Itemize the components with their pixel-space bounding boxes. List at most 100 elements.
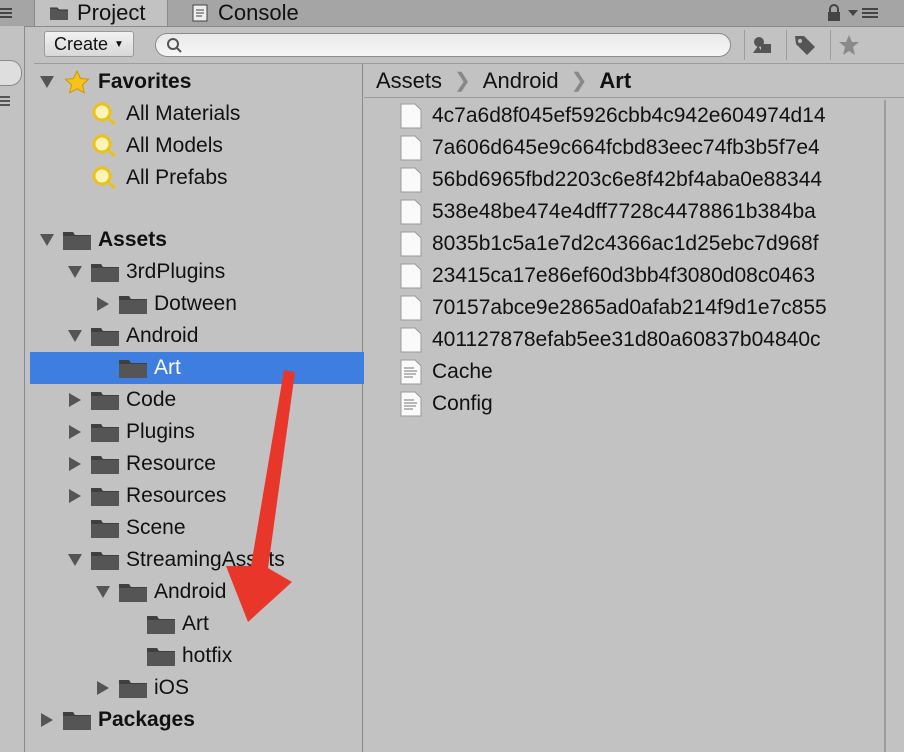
filter-label-icon [795,36,815,55]
expanded-arrow-icon[interactable] [40,233,54,247]
file-name: 70157abce9e2865ad0afab214f9d1e7c855 [432,296,827,319]
tree-item-resource[interactable]: Resource [30,448,400,480]
tree-item-packages[interactable]: Packages [30,704,372,736]
expanded-arrow-icon[interactable] [68,553,82,567]
collapsed-arrow-icon[interactable] [40,713,54,727]
breadcrumb-item[interactable]: Android [483,68,559,94]
tree-item-label: hotfix [182,644,233,667]
folder-icon [50,7,68,20]
search-icon [90,166,120,190]
favorite-button[interactable] [830,30,867,60]
adjacent-panel-edge [0,26,25,752]
tree-item-android[interactable]: Android [30,320,400,352]
file-icon [400,263,422,289]
project-toolbar: Create ▼ [34,27,904,64]
create-button-label: Create [54,33,109,54]
file-name: 56bd6965fbd2203c6e8f42bf4aba0e88344 [432,168,823,191]
filter-type-button[interactable] [744,30,781,60]
search-input[interactable] [188,36,712,56]
adjacent-panel-button[interactable] [0,60,22,86]
tab-project-label: Project [77,0,146,25]
tree-item-label: All Prefabs [126,166,228,189]
lock-icon[interactable] [826,4,842,22]
folder-icon [118,580,148,604]
filter-label-button[interactable] [786,30,823,60]
tree-item-label: Resource [126,452,216,475]
search-icon [90,102,120,126]
favorite-star-icon [839,35,859,55]
text-file-icon [400,391,422,417]
adjacent-menu-icon[interactable] [0,96,10,106]
tree-item-label: 3rdPlugins [126,260,226,283]
file-name: 8035b1c5a1e7d2c4366ac1d25ebc7d968f [432,232,819,255]
tree-item-label: Packages [98,708,195,731]
file-item[interactable]: 23415ca17e86ef60d3bb4f3080d08c0463 [400,260,815,292]
folder-icon [62,228,92,252]
expanded-arrow-icon[interactable] [96,585,110,599]
tree-item-label: iOS [154,676,190,699]
tree-item-label: Scene [126,516,186,539]
collapsed-arrow-icon[interactable] [96,681,110,695]
folder-icon [90,516,120,540]
text-file-icon [400,359,422,385]
scrollbar-edge[interactable] [884,100,886,752]
tree-item-3rdplugins[interactable]: 3rdPlugins [30,256,400,288]
tree-item-label: Code [126,388,177,411]
collapsed-arrow-icon[interactable] [68,457,82,471]
breadcrumb-item-current[interactable]: Art [599,68,631,94]
file-icon [400,135,422,161]
file-name: 23415ca17e86ef60d3bb4f3080d08c0463 [432,264,816,287]
file-item[interactable]: 4c7a6d8f045ef5926cbb4c942e604974d14 [400,100,826,132]
search-icon [90,134,120,158]
tree-item-label: Android [154,580,227,603]
tab-project[interactable]: Project [34,0,168,26]
expanded-arrow-icon[interactable] [68,265,82,279]
file-item[interactable]: 70157abce9e2865ad0afab214f9d1e7c855 [400,292,827,324]
search-icon [167,38,182,53]
filter-type-icon [753,37,771,53]
tree-item-resources[interactable]: Resources [30,480,400,512]
tree-item-label: Plugins [126,420,195,443]
tree-item-code[interactable]: Code [30,384,400,416]
expanded-arrow-icon[interactable] [68,329,82,343]
tree-item-streamingassets[interactable]: StreamingAssets [30,544,400,576]
collapsed-arrow-icon[interactable] [68,393,82,407]
file-icon [400,167,422,193]
folder-icon [90,260,120,284]
file-name: 7a606d645e9c664fcbd83eec74fb3b5f7e4 [432,136,820,159]
dropdown-caret-icon: ▼ [114,38,124,50]
search-field[interactable] [155,33,731,57]
folder-icon [90,420,120,444]
file-item[interactable]: 401127878efab5ee31d80a60837b04840c [400,324,821,356]
create-button[interactable]: Create ▼ [44,31,134,57]
expanded-arrow-icon[interactable] [40,75,54,89]
file-item[interactable]: 56bd6965fbd2203c6e8f42bf4aba0e88344 [400,164,822,196]
tree-item-assets[interactable]: Assets [30,224,372,256]
tab-console[interactable]: Console [190,0,340,26]
panel-menu-icon[interactable] [862,8,878,18]
tree-item-plugins[interactable]: Plugins [30,416,400,448]
file-item[interactable]: 8035b1c5a1e7d2c4366ac1d25ebc7d968f [400,228,819,260]
folder-icon [90,452,120,476]
file-icon [400,327,422,353]
chevron-right-icon: ❯ [454,70,471,92]
folder-icon [90,324,120,348]
collapsed-arrow-icon[interactable] [68,489,82,503]
collapsed-arrow-icon[interactable] [68,425,82,439]
file-item-cache[interactable]: Cache [400,356,493,388]
file-item[interactable]: 7a606d645e9c664fcbd83eec74fb3b5f7e4 [400,132,820,164]
file-item-config[interactable]: Config [400,388,493,420]
breadcrumb-item[interactable]: Assets [376,68,442,94]
tree-item-favorites[interactable]: Favorites [30,66,372,98]
folder-icon [118,292,148,316]
tree-item-label: Assets [98,228,167,251]
file-item[interactable]: 538e48be474e4dff7728c4478861b384ba [400,196,816,228]
tree-item-label: All Materials [126,102,241,125]
collapsed-arrow-icon[interactable] [96,297,110,311]
tree-item-label: Art [182,612,209,635]
chevron-down-icon[interactable] [848,10,858,16]
tree-item-label: StreamingAssets [126,548,285,571]
menu-icon[interactable] [0,8,12,18]
file-icon [400,199,422,225]
tab-console-label: Console [218,0,299,25]
